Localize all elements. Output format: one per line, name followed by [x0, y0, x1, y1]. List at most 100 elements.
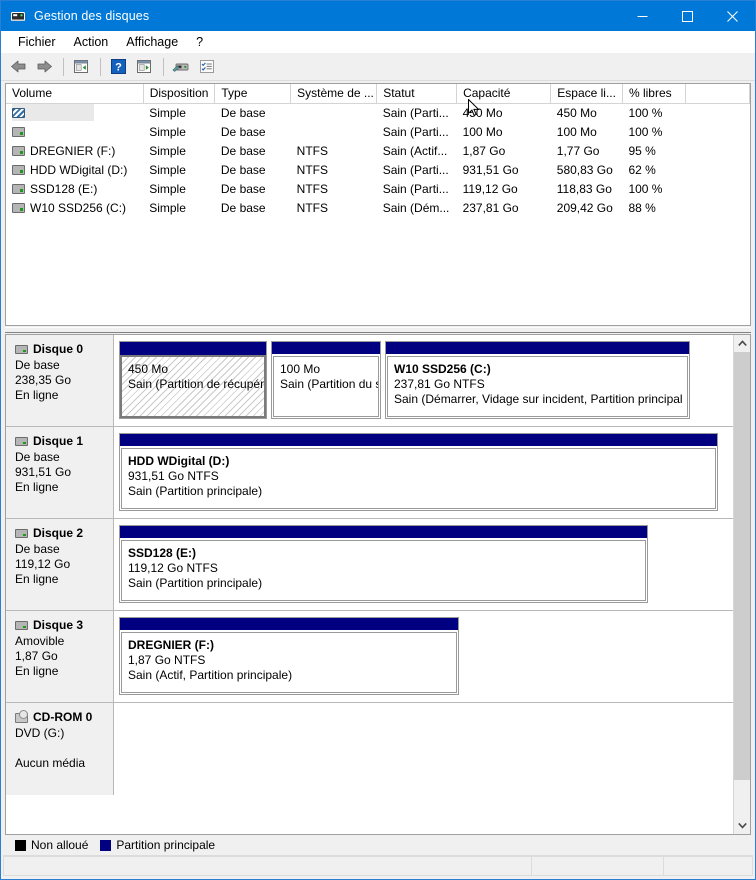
partition-block[interactable]: SSD128 (E:) 119,12 Go NTFS Sain (Partition… [119, 525, 648, 603]
up-folder-icon[interactable] [69, 56, 93, 78]
disk-name: Disque 3 [33, 618, 84, 632]
cell-capacity: 931,51 Go [462, 162, 519, 177]
partition-block[interactable]: HDD WDigital (D:) 931,51 Go NTFS Sain (Par… [119, 433, 718, 511]
disk-type: De base [15, 542, 60, 556]
menu-fichier[interactable]: Fichier [9, 33, 65, 51]
column-header-percent-free[interactable]: % libres [622, 84, 687, 104]
table-row[interactable]: W10 SSD256 (C:) Simple De base NTFS Sain (Dé… [6, 198, 750, 217]
cell-volume[interactable]: SSD128 (E:) [6, 179, 143, 198]
disk-properties-icon[interactable] [169, 56, 193, 78]
cell-filesystem: NTFS [296, 143, 329, 158]
cell-spacer [686, 160, 750, 179]
partition-block[interactable]: 450 Mo Sain (Partition de récupér [119, 341, 267, 419]
column-header-free-space[interactable]: Espace li... [550, 84, 623, 104]
maximize-button[interactable] [665, 1, 710, 31]
menu-action[interactable]: Action [65, 33, 118, 51]
disk-header-3[interactable]: Disque 3 Amovible 1,87 Go En ligne [6, 611, 114, 702]
disk-header-4[interactable]: CD-ROM 0 DVD (G:) Aucun média [6, 703, 114, 795]
cell-disposition: Simple [149, 200, 186, 215]
table-row[interactable]: HDD WDigital (D:) Simple De base NTFS Sain (… [6, 160, 750, 179]
cell-percent-free: 88 % [628, 200, 656, 215]
column-header-volume[interactable]: Volume [6, 84, 144, 104]
minimize-button[interactable] [620, 1, 665, 31]
cell-disposition: Simple [149, 162, 186, 177]
cell-percent-free: 100 % [628, 181, 663, 196]
disk-row[interactable]: CD-ROM 0 DVD (G:) Aucun média [6, 703, 733, 795]
disk-pane-scrollbar[interactable] [733, 335, 750, 834]
cell-spacer [686, 179, 750, 198]
disk-size [15, 741, 113, 756]
scroll-up-button[interactable] [734, 335, 750, 352]
disk-state: En ligne [15, 480, 59, 494]
cell-status: Sain (Parti... [382, 124, 449, 139]
column-header-disposition[interactable]: Disposition [143, 84, 216, 104]
disk-type: Amovible [15, 634, 65, 648]
table-row[interactable]: Simple De base Sain (Parti... 450 Mo 450 Mo 1… [6, 103, 750, 122]
menu-help[interactable]: ? [187, 33, 212, 51]
table-row[interactable]: Simple De base Sain (Parti... 100 Mo 100 Mo 1… [6, 122, 750, 141]
disk-partitions: HDD WDigital (D:) 931,51 Go NTFS Sain (Par… [114, 427, 733, 518]
cell-volume[interactable]: HDD WDigital (D:) [6, 160, 143, 179]
scrollbar-thumb[interactable] [734, 352, 750, 780]
column-header-spacer[interactable] [685, 84, 750, 104]
cell-spacer [686, 198, 750, 217]
partition-color-bar [120, 526, 647, 539]
disk-name: Disque 1 [33, 434, 84, 448]
cell-disposition: Simple [149, 181, 186, 196]
close-button[interactable] [710, 1, 755, 31]
cell-capacity: 100 Mo [462, 124, 503, 139]
cell-disposition: Simple [149, 143, 186, 158]
status-pane-3 [664, 856, 753, 876]
partition-info: 100 Mo Sain (Partition du s [273, 356, 379, 417]
volume-label: HDD WDigital (D:) [30, 162, 128, 177]
column-header-status[interactable]: Statut [376, 84, 458, 104]
help-icon[interactable]: ? [106, 56, 130, 78]
scroll-down-button[interactable] [734, 817, 750, 834]
partition-block[interactable]: W10 SSD256 (C:) 237,81 Go NTFS Sain (Démar… [385, 341, 690, 419]
partition-size: 100 Mo [280, 362, 321, 376]
pane-splitter[interactable] [5, 327, 751, 333]
back-arrow-icon[interactable] [6, 56, 30, 78]
drive-icon [12, 183, 25, 194]
volume-table-header-row: Volume Disposition Type Système de ... S… [6, 84, 750, 104]
column-header-capacity[interactable]: Capacité [456, 84, 552, 104]
disk-name: Disque 2 [33, 526, 84, 540]
menu-affichage[interactable]: Affichage [117, 33, 187, 51]
cell-volume[interactable] [6, 103, 143, 122]
disk-state: Aucun média [15, 756, 86, 770]
cell-volume[interactable] [6, 122, 143, 141]
title-bar: Gestion des disques [1, 1, 755, 31]
table-row[interactable]: SSD128 (E:) Simple De base NTFS Sain (Parti.… [6, 179, 750, 198]
disk-header-2[interactable]: Disque 2 De base 119,12 Go En ligne [6, 519, 114, 610]
drive-icon [12, 164, 25, 175]
svg-text:?: ? [115, 62, 122, 74]
menu-bar: Fichier Action Affichage ? [1, 31, 755, 53]
legend-unallocated-swatch [15, 839, 26, 851]
partition-block[interactable]: DREGNIER (F:) 1,87 Go NTFS Sain (Actif, Pa… [119, 617, 459, 695]
disk-header-0[interactable]: Disque 0 De base 238,35 Go En ligne [6, 335, 114, 426]
disk-header-1[interactable]: Disque 1 De base 931,51 Go En ligne [6, 427, 114, 518]
toolbar-separator [163, 57, 164, 76]
column-header-type[interactable]: Type [214, 84, 292, 104]
show-console-tree-icon[interactable] [132, 56, 156, 78]
hatched-drive-icon [12, 107, 25, 118]
table-row[interactable]: DREGNIER (F:) Simple De base NTFS Sain (Acti… [6, 141, 750, 160]
disk-row[interactable]: Disque 1 De base 931,51 Go En ligne HDD WDig… [6, 427, 733, 519]
cell-volume[interactable]: DREGNIER (F:) [6, 141, 143, 160]
volume-table: Volume Disposition Type Système de ... S… [6, 84, 750, 217]
list-view-icon[interactable] [195, 56, 219, 78]
cell-volume[interactable]: W10 SSD256 (C:) [6, 198, 143, 217]
disk-partitions: DREGNIER (F:) 1,87 Go NTFS Sain (Actif, Pa… [114, 611, 733, 702]
scrollbar-track[interactable] [734, 352, 750, 817]
cell-disposition: Simple [149, 124, 186, 139]
forward-arrow-icon[interactable] [32, 56, 56, 78]
disk-row[interactable]: Disque 2 De base 119,12 Go En ligne SSD128 (… [6, 519, 733, 611]
partition-status: Sain (Partition principale) [128, 576, 263, 590]
partition-block[interactable]: 100 Mo Sain (Partition du s [271, 341, 381, 419]
cell-status: Sain (Parti... [382, 105, 449, 120]
disk-row[interactable]: Disque 0 De base 238,35 Go En ligne 450 Mo Sa… [6, 335, 733, 427]
cell-status: Sain (Dém... [382, 200, 450, 215]
column-header-filesystem[interactable]: Système de ... [290, 84, 378, 104]
legend-unallocated-label: Non alloué [31, 838, 89, 852]
disk-row[interactable]: Disque 3 Amovible 1,87 Go En ligne DREGNIER … [6, 611, 733, 703]
